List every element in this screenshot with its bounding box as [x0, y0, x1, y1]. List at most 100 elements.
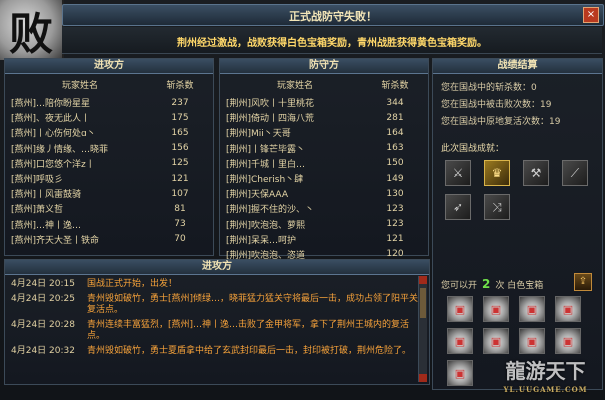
player-kills: 344 — [386, 97, 404, 108]
achievement-grid: ⚔ ♛ ⚒ ⟋ ➶ ⤨ — [433, 154, 605, 220]
col-player-name: 玩家姓名 — [276, 81, 313, 91]
log-entry: 4月24日 20:15 国战正式开始，出发！ — [5, 275, 429, 290]
player-row: [燕州]口您悠个洋z丨 125 — [5, 156, 213, 171]
chest-icon[interactable]: ▣ — [519, 296, 545, 322]
player-name: [燕州]丨风雷鼓骑 — [11, 190, 82, 201]
sword-icon[interactable]: ⚔ — [445, 160, 471, 186]
defense-panel-title: 防守方 — [220, 59, 428, 74]
player-name: [燕州]…陪你盼星星 — [11, 99, 91, 110]
log-entry: 4月24日 20:32 青州毁如破竹，勇士夏盾拿中给了玄武封印最后一击，封印被打破，… — [5, 342, 429, 357]
player-row: [燕州]缘丿情缘、…晓菲 156 — [5, 141, 213, 156]
player-name: [燕州]口您悠个洋z丨 — [11, 159, 95, 170]
scroll-thumb[interactable] — [420, 288, 426, 318]
game-logo: 龍游天下 YL.UUGAME.COM — [488, 356, 603, 398]
player-name: [燕州]、夜无此人丨 — [11, 114, 91, 125]
player-row: [荆州]天保AAA 130 — [220, 186, 428, 201]
player-kills: 70 — [174, 234, 186, 245]
player-name: [荆州]千城丨里白… — [226, 159, 306, 170]
player-kills: 150 — [386, 158, 404, 169]
player-row: [荆州]Mii丶天哥 164 — [220, 125, 428, 140]
log-time: 20:25 — [49, 294, 75, 304]
player-kills: 123 — [386, 219, 404, 230]
chest-icon[interactable]: ▣ — [555, 328, 581, 354]
spear-icon[interactable]: ➶ — [445, 194, 471, 220]
player-row: [荆州]千城丨里白… 150 — [220, 156, 428, 171]
chest-count: 2 — [482, 277, 491, 291]
player-kills: 156 — [171, 143, 189, 154]
chest-icon[interactable]: ▣ — [483, 296, 509, 322]
player-kills: 164 — [386, 127, 404, 138]
battle-log-title: 进攻方 — [5, 260, 429, 275]
defense-col-headers: 玩家姓名 斩杀数 — [220, 78, 428, 91]
log-text: 青州连续丰富猛烈，[燕州]…神丨逸…击败了金甲将军，拿下了荆州王城内的复活点。 — [87, 320, 410, 341]
player-row: [荆州]吹泡泡、萝熙 123 — [220, 217, 428, 232]
attack-panel-title: 进攻方 — [5, 59, 213, 74]
col-kills: 斩杀数 — [166, 81, 194, 91]
result-banner: 荆州经过激战，战败获得白色宝箱奖励，青州战胜获得黄色宝箱奖励。 — [62, 27, 602, 54]
attack-list: [燕州]…陪你盼星星 237 [燕州]、夜无此人丨 175 [燕州]丨心伤何处ɑ丶 165… — [5, 95, 213, 247]
stats-block: 您在国战中的斩杀数：0 您在国战中被击败次数：19 您在国战中原地复活次数：19 — [433, 74, 602, 131]
player-name: [荆州]倚动丨四海八荒 — [226, 114, 315, 125]
log-date: 4月24日 — [11, 320, 47, 330]
close-button[interactable]: × — [583, 7, 599, 23]
battle-log-panel: 进攻方 4月24日 20:15 国战正式开始，出发！ 4月24日 20:25 青州毁如破竹… — [4, 259, 430, 385]
chest-icon[interactable]: ▣ — [519, 328, 545, 354]
player-row: [燕州]丨风雷鼓骑 107 — [5, 186, 213, 201]
player-kills: 237 — [171, 97, 189, 108]
chest-icon[interactable]: ▣ — [447, 296, 473, 322]
chest-icon[interactable]: ▣ — [447, 360, 473, 386]
logo-url: YL.UUGAME.COM — [503, 385, 588, 394]
logo-main: 龍游天下 — [505, 359, 586, 383]
player-row: [荆州]风吹丨十里桃花 344 — [220, 95, 428, 110]
arrow-icon[interactable]: ⤨ — [484, 194, 510, 220]
log-date: 4月24日 — [11, 279, 47, 289]
player-name: [燕州]齐天大圣丨铁命 — [11, 235, 100, 246]
player-row: [燕州]齐天大圣丨铁命 70 — [5, 232, 213, 247]
summary-panel: 战绩结算 您在国战中的斩杀数：0 您在国战中被击败次数：19 您在国战中原地复活… — [432, 58, 603, 390]
player-name: [荆州]天保AAA — [226, 190, 288, 201]
player-row: [燕州]呼吸彡 121 — [5, 171, 213, 186]
log-entry: 4月24日 20:25 青州毁如破竹，勇士[燕州]倾绿…，晓菲猛力猛关守将最后一击，… — [5, 290, 429, 316]
player-row: [荆州]握不住的沙、丶 123 — [220, 201, 428, 216]
chest-icon[interactable]: ▣ — [447, 328, 473, 354]
scroll-up-icon[interactable] — [419, 276, 427, 284]
player-kills: 281 — [386, 112, 404, 123]
col-player-name: 玩家姓名 — [61, 81, 98, 91]
window-title: 正式战防守失败！ — [289, 10, 377, 23]
player-name: [燕州]缘丿情缘、…晓菲 — [11, 144, 109, 155]
achievements-label: 此次国战成就： — [441, 144, 505, 154]
player-row: [荆州]Cherish丶肆 149 — [220, 171, 428, 186]
chest-icon[interactable]: ▣ — [483, 328, 509, 354]
log-text: 青州毁如破竹，勇士[燕州]倾绿…，晓菲猛力猛关守将最后一击，成功占领了阳平关复活… — [87, 294, 419, 315]
chest-icon[interactable]: ▣ — [555, 296, 581, 322]
stat-defeated: 您在国战中被击败次数：19 — [441, 100, 552, 110]
player-kills: 121 — [386, 234, 404, 245]
scroll-down-icon[interactable] — [419, 374, 427, 382]
player-row: [荆州]呆呆…呵护 121 — [220, 232, 428, 247]
player-row: [燕州]萧义哲 81 — [5, 201, 213, 216]
log-text: 国战正式开始，出发！ — [87, 279, 178, 289]
attack-col-headers: 玩家姓名 斩杀数 — [5, 78, 213, 91]
blade-icon[interactable]: ⟋ — [562, 160, 588, 186]
chest-suffix: 次 白色宝箱 — [495, 281, 544, 291]
player-name: [荆州]握不住的沙、丶 — [226, 205, 315, 216]
gold-warrior-icon[interactable]: ♛ — [484, 160, 510, 186]
player-name: [燕州]萧义哲 — [11, 205, 64, 216]
log-scrollbar[interactable] — [418, 276, 427, 382]
player-kills: 121 — [171, 173, 189, 184]
player-name: [荆州]吹泡泡、萝熙 — [226, 220, 306, 231]
axe-icon[interactable]: ⚒ — [523, 160, 549, 186]
col-kills: 斩杀数 — [381, 81, 409, 91]
player-kills: 125 — [171, 158, 189, 169]
log-time: 20:28 — [49, 320, 75, 330]
stat-kills: 您在国战中的斩杀数：0 — [441, 83, 537, 93]
stat-revive: 您在国战中原地复活次数：19 — [441, 117, 561, 127]
log-entry: 4月24日 20:28 青州连续丰富猛烈，[燕州]…神丨逸…击败了金甲将军，拿下了荆… — [5, 316, 429, 342]
player-name: [荆州]风吹丨十里桃花 — [226, 99, 315, 110]
player-kills: 149 — [386, 173, 404, 184]
title-bar: 正式战防守失败！ × — [62, 4, 604, 26]
player-kills: 130 — [386, 188, 404, 199]
open-chest-button[interactable]: ⇪ — [574, 273, 592, 291]
player-row: [燕州]…神丨逸… 73 — [5, 217, 213, 232]
log-time: 20:32 — [49, 346, 75, 356]
